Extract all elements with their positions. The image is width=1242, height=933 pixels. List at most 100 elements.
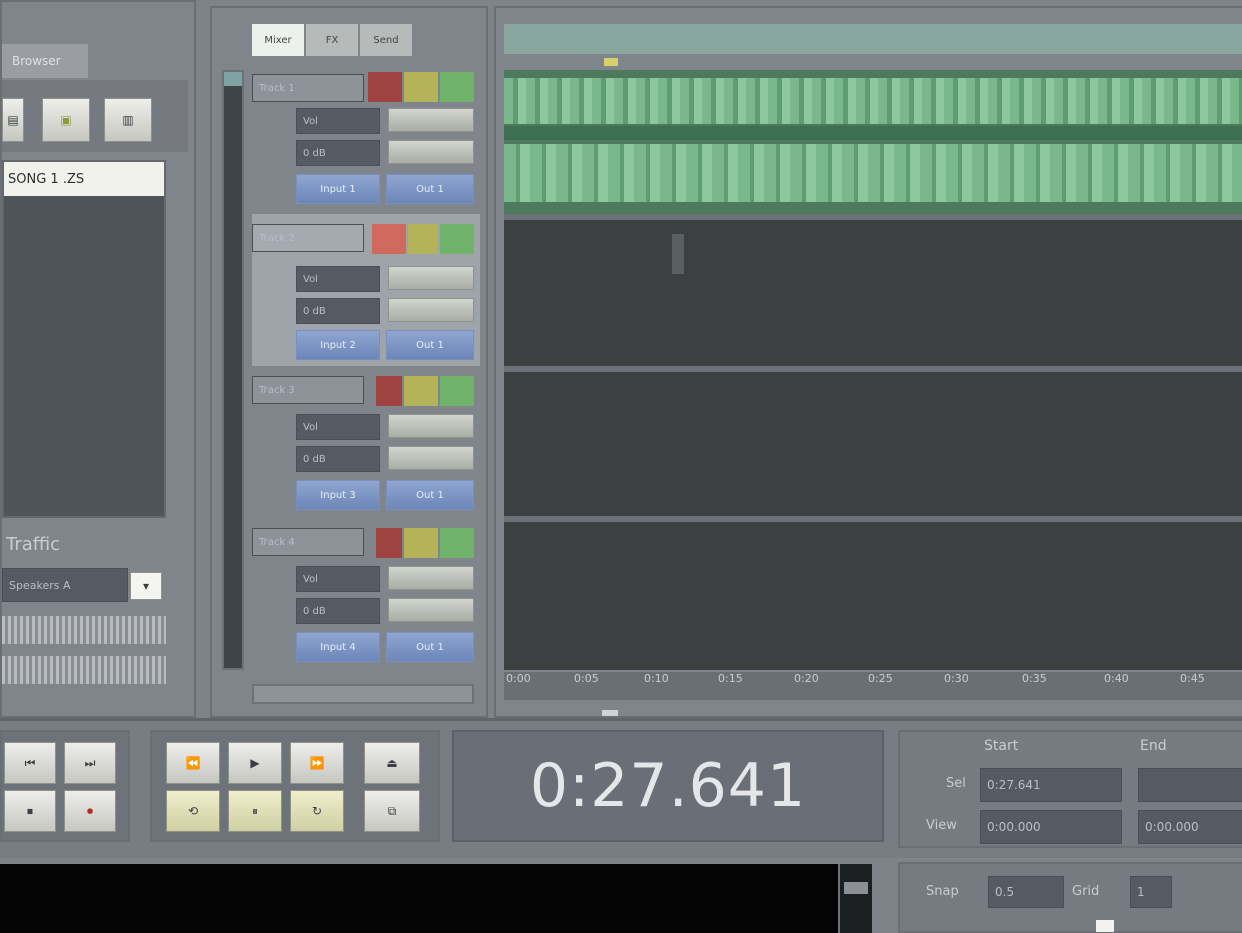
grid-field[interactable]: 1 [1130,876,1172,908]
record-arm-button[interactable] [440,528,474,558]
open-folder-button[interactable]: ▣ [42,98,90,142]
eject-button[interactable]: ⏏ [364,742,420,784]
browser-tab[interactable]: Browser [2,44,88,78]
pan-fader[interactable] [388,598,474,622]
output-route-select[interactable]: Out 1 [386,632,474,662]
pan-field[interactable]: 0 dB [296,140,380,166]
volume-field[interactable]: Vol [296,266,380,292]
pan-fader[interactable] [388,298,474,322]
volume-fader[interactable] [388,108,474,132]
pan-fader[interactable] [388,140,474,164]
timeline-scroll-marker[interactable] [602,710,618,716]
track-lane-4[interactable] [504,522,1242,670]
ruler-tick: 0:20 [794,672,819,685]
snap-toggle[interactable] [1096,920,1114,932]
mixer-scroll-thumb[interactable] [224,72,242,86]
mute-button[interactable] [372,224,406,254]
fast-forward-button[interactable]: ⏩ [290,742,344,784]
pan-fader[interactable] [388,446,474,470]
time-ruler[interactable]: 0:00 0:05 0:10 0:15 0:20 0:25 0:30 0:35 … [504,672,1242,700]
start-column-label: Start [984,738,1019,754]
tab-fx[interactable]: FX [306,24,358,56]
channel-name[interactable]: Track 1 [252,74,364,102]
selection-end-field[interactable] [1138,768,1242,802]
selection-start-field[interactable]: 0:27.641 [980,768,1122,802]
volume-field[interactable]: Vol [296,414,380,440]
volume-fader[interactable] [388,566,474,590]
output-route-select[interactable]: Out 1 [386,174,474,204]
input-select[interactable]: Input 1 [296,174,380,204]
volume-field[interactable]: Vol [296,566,380,592]
pan-field[interactable]: 0 dB [296,298,380,324]
play-button[interactable]: ▶ [228,742,282,784]
ruler-tick: 0:15 [718,672,743,685]
go-start-button[interactable]: ⏮ [4,742,56,784]
pause-button[interactable]: ⏸ [228,790,282,832]
view-start-value: 0:00.000 [987,820,1041,834]
output-select[interactable]: Speakers A [2,568,128,602]
input-select[interactable]: Input 2 [296,330,380,360]
new-file-button[interactable]: ▤ [2,98,24,142]
volume-field[interactable]: Vol [296,108,380,134]
track-lane-2[interactable] [504,220,1242,372]
tab-mixer[interactable]: Mixer [252,24,304,56]
output-route-select[interactable]: Out 1 [386,480,474,510]
channel-name-label: Track 2 [259,232,295,244]
spectrum-scroll-thumb[interactable] [844,882,868,894]
output-route-label: Out 1 [416,489,444,501]
ruler-tick: 0:25 [868,672,893,685]
track-lane-1[interactable] [504,70,1242,220]
volume-fader[interactable] [388,414,474,438]
ruler-tick: 0:05 [574,672,599,685]
solo-button[interactable] [404,72,438,102]
mixer-scrollbar[interactable] [222,70,244,670]
input-select[interactable]: Input 4 [296,632,380,662]
playhead-marker[interactable] [604,58,618,66]
tab-mixer-label: Mixer [264,34,292,46]
volume-fader[interactable] [388,266,474,290]
pan-label: 0 dB [303,147,326,159]
pan-field[interactable]: 0 dB [296,446,380,472]
level-slider-2[interactable] [2,656,166,684]
mixer-horizontal-scrollbar[interactable] [252,684,474,704]
record-arm-button[interactable] [440,72,474,102]
level-slider-1[interactable] [2,616,166,644]
channel-strip-1: Track 1 Vol 0 dB Input 1 Out 1 [252,68,480,214]
channel-name[interactable]: Track 3 [252,376,364,404]
output-dropdown-button[interactable]: ▾ [130,572,162,600]
ruler-tick: 0:45 [1180,672,1205,685]
view-end-field[interactable]: 0:00.000 [1138,810,1242,844]
snap-field[interactable]: 0.5 [988,876,1064,908]
rewind-button[interactable]: ⏪ [166,742,220,784]
file-list[interactable]: SONG 1 .ZS [2,160,166,518]
spectrum-scrollbar[interactable] [838,864,872,933]
solo-button[interactable] [404,376,438,406]
solo-button[interactable] [404,528,438,558]
record-button[interactable]: ⏺ [64,790,116,832]
loop-button[interactable]: ⟲ [166,790,220,832]
play-icon: ▶ [250,756,260,770]
output-route-select[interactable]: Out 1 [386,330,474,360]
mute-button[interactable] [376,528,402,558]
record-arm-button[interactable] [440,224,474,254]
pan-field[interactable]: 0 dB [296,598,380,624]
go-end-button[interactable]: ⏭ [64,742,116,784]
spectrum-display [0,864,838,933]
record-arm-button[interactable] [440,376,474,406]
stop-button[interactable]: ⏹ [4,790,56,832]
save-file-button[interactable]: ▥ [104,98,152,142]
mute-button[interactable] [368,72,402,102]
view-start-field[interactable]: 0:00.000 [980,810,1122,844]
repeat-button[interactable]: ↻ [290,790,344,832]
file-list-item-selected[interactable]: SONG 1 .ZS [4,162,164,196]
mute-button[interactable] [376,376,402,406]
track-lane-3[interactable] [504,372,1242,522]
solo-button[interactable] [408,224,438,254]
snapshot-button[interactable]: ⧉ [364,790,420,832]
channel-name[interactable]: Track 2 [252,224,364,252]
channel-name[interactable]: Track 4 [252,528,364,556]
input-select[interactable]: Input 3 [296,480,380,510]
tab-send[interactable]: Send [360,24,412,56]
fast-forward-icon: ⏩ [309,756,325,770]
timeline-overview-bar[interactable] [504,24,1242,54]
